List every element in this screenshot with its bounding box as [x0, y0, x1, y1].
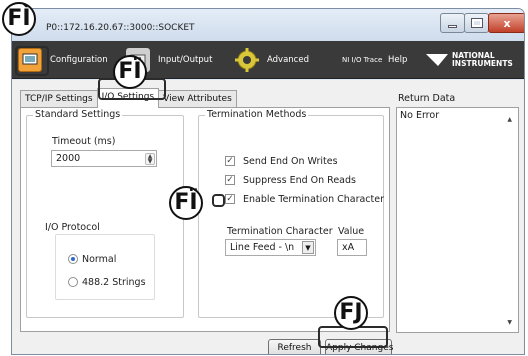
tab-view-attributes[interactable]: View Attributes	[158, 90, 237, 108]
termchar-value-field[interactable]: xA	[337, 239, 367, 256]
termchar-value: Line Feed - \n	[230, 242, 295, 253]
refresh-button[interactable]: Refresh	[268, 339, 321, 354]
checkbox-suppress-end-on-reads[interactable]: ✓	[225, 175, 235, 185]
advanced-label: Advanced	[267, 55, 309, 65]
termination-methods-group: Termination Methods ✓ Send End On Writes…	[198, 109, 385, 318]
termchar-select[interactable]: Line Feed - \n ▼	[225, 239, 316, 256]
help-label: Help	[388, 55, 408, 65]
ni-brand: NATIONAL INSTRUMENTS	[452, 52, 513, 68]
toolbar-ni-io-trace[interactable]: NI I/O Trace	[342, 41, 382, 79]
minimize-button[interactable]	[440, 13, 465, 33]
return-data-label: Return Data	[398, 93, 456, 104]
protocol-radio-group: Normal 488.2 Strings	[55, 234, 155, 300]
main-toolbar: Configuration Input/Output Advanced NI I…	[12, 41, 524, 79]
maximize-icon	[470, 18, 483, 28]
gear-icon	[235, 48, 259, 72]
standard-settings-group: Standard Settings Timeout (ms) 2000 ▲ ▼ I…	[26, 109, 184, 318]
input-output-label: Input/Output	[158, 55, 213, 65]
checkbox-enable-termination-char[interactable]: ✓	[225, 194, 235, 204]
scroll-down-icon[interactable]: ▼	[507, 319, 512, 326]
radio-4882-label: 488.2 Strings	[82, 277, 146, 288]
timeout-stepper[interactable]: 2000 ▲ ▼	[51, 150, 157, 167]
title-bar[interactable]: P0::172.16.20.67::3000::SOCKET x	[12, 9, 524, 41]
callout-1: FÌ	[2, 2, 36, 36]
configuration-label: Configuration	[50, 55, 108, 65]
suppress-end-label: Suppress End On Reads	[243, 175, 356, 186]
io-settings-panel: Standard Settings Timeout (ms) 2000 ▲ ▼ I…	[20, 107, 390, 332]
window-title: P0::172.16.20.67::3000::SOCKET	[46, 23, 195, 33]
brand-line2: INSTRUMENTS	[452, 59, 513, 68]
send-end-label: Send End On Writes	[243, 156, 338, 167]
close-icon: x	[503, 16, 511, 30]
return-data-text: No Error	[400, 110, 440, 121]
value-label: Value	[338, 226, 365, 237]
close-button[interactable]: x	[488, 13, 524, 33]
enable-termination-label: Enable Termination Character	[243, 194, 385, 205]
toolbar-advanced[interactable]: Advanced	[235, 41, 309, 79]
app-window: P0::172.16.20.67::3000::SOCKET x Configu…	[11, 8, 525, 355]
termination-checkbox-highlight	[212, 194, 225, 207]
configuration-highlight	[15, 46, 49, 76]
radio-normal[interactable]	[68, 254, 78, 264]
io-protocol-label: I/O Protocol	[45, 222, 100, 233]
radio-normal-label: Normal	[82, 254, 117, 265]
termination-methods-title: Termination Methods	[205, 109, 309, 120]
toolbar-help[interactable]: Help	[388, 41, 407, 79]
maximize-button[interactable]	[464, 13, 489, 33]
content-area: TCP/IP Settings I/O Settings View Attrib…	[12, 80, 524, 354]
ni-eagle-icon	[426, 54, 448, 66]
callout-3: FÏ	[169, 186, 203, 220]
ni-logo: NATIONAL INSTRUMENTS	[424, 41, 513, 79]
callout-2: FÏ	[113, 55, 147, 89]
callout-4: FJ	[334, 296, 368, 330]
stepper-arrows-icon[interactable]: ▲ ▼	[145, 153, 155, 165]
standard-settings-title: Standard Settings	[33, 109, 123, 120]
checkbox-send-end-on-writes[interactable]: ✓	[225, 156, 235, 166]
radio-4882-strings[interactable]	[68, 277, 78, 287]
timeout-label: Timeout (ms)	[52, 136, 116, 147]
termchar-hex-value: xA	[342, 242, 355, 253]
chevron-down-icon[interactable]: ▼	[302, 241, 314, 254]
timeout-value: 2000	[56, 153, 81, 164]
scroll-up-icon[interactable]: ▲	[507, 116, 512, 123]
return-data-box[interactable]: No Error ▲ ▼	[396, 107, 519, 333]
tab-tcpip-settings[interactable]: TCP/IP Settings	[20, 90, 98, 108]
termchar-label: Termination Character	[227, 226, 333, 237]
minimize-icon	[448, 24, 457, 28]
ni-io-trace-label: NI I/O Trace	[342, 56, 383, 64]
